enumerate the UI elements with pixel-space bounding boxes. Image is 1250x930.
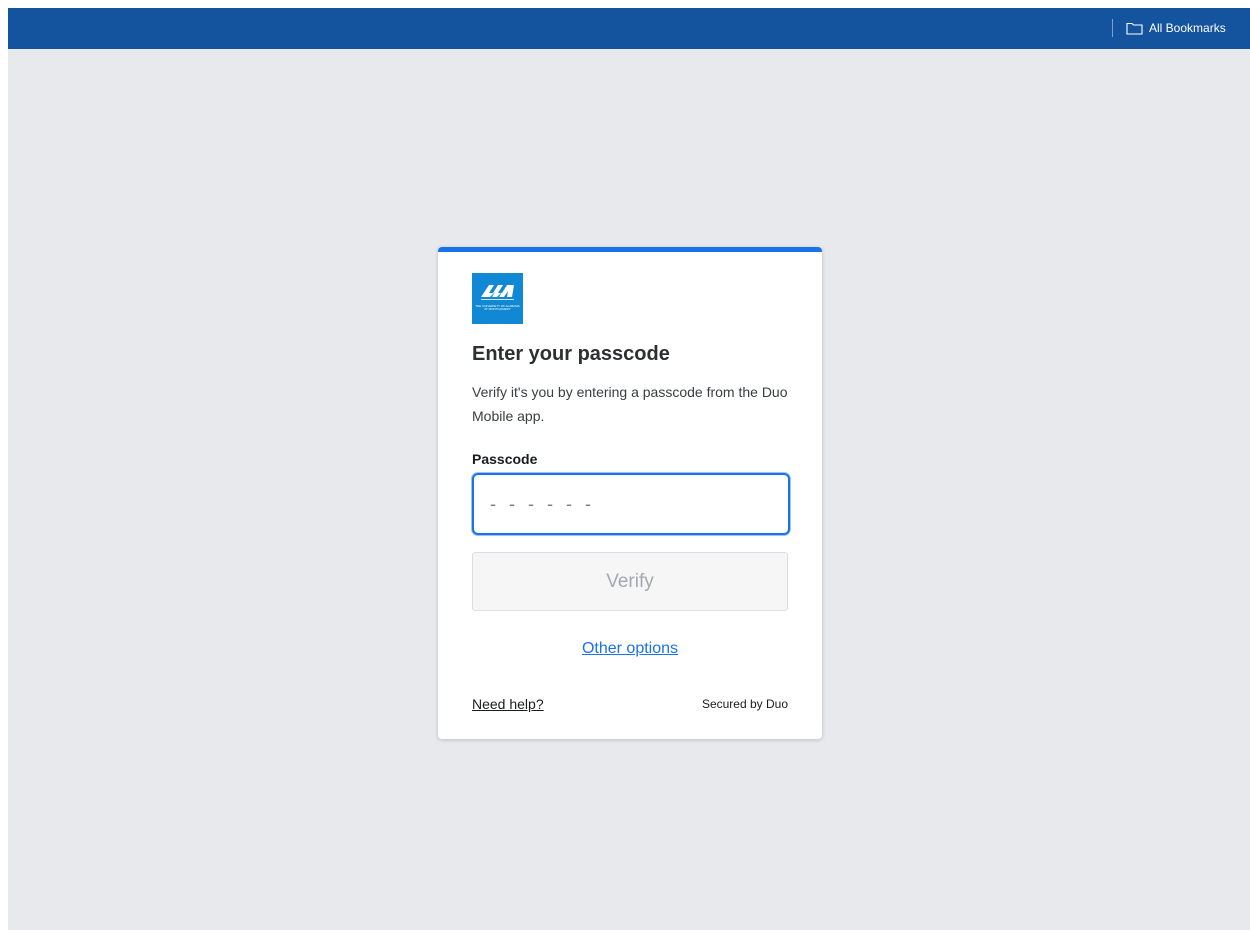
secured-by-duo-text: Secured by Duo: [701, 697, 788, 711]
all-bookmarks-label: All Bookmarks: [1149, 21, 1226, 35]
bookmarks-bar: All Bookmarks: [8, 8, 1250, 49]
university-logo-text: THE UNIVERSITY OF ALABAMA AT MONTGOMERY: [475, 304, 520, 311]
instructions-text: Verify it's you by entering a passcode f…: [472, 384, 788, 424]
page-background: THE UNIVERSITY OF ALABAMA AT MONTGOMERY …: [8, 49, 1250, 930]
bookmarks-separator: [1112, 19, 1113, 37]
verify-button[interactable]: Verify: [472, 552, 788, 611]
university-logo-mark: [481, 285, 514, 300]
all-bookmarks-button[interactable]: All Bookmarks: [1126, 17, 1226, 39]
window-frame-left: [0, 0, 8, 930]
card-accent-bar: [438, 247, 822, 252]
window-frame-top: [0, 0, 1250, 8]
passcode-input[interactable]: [472, 473, 790, 535]
passcode-label: Passcode: [472, 451, 538, 467]
duo-passcode-card: THE UNIVERSITY OF ALABAMA AT MONTGOMERY …: [438, 247, 822, 739]
folder-icon: [1126, 22, 1143, 35]
other-options-container: Other options: [438, 639, 822, 659]
page-title: Enter your passcode: [472, 343, 670, 365]
university-logo: THE UNIVERSITY OF ALABAMA AT MONTGOMERY: [472, 273, 523, 324]
need-help-link[interactable]: Need help?: [472, 695, 544, 713]
other-options-link[interactable]: Other options: [582, 640, 678, 657]
